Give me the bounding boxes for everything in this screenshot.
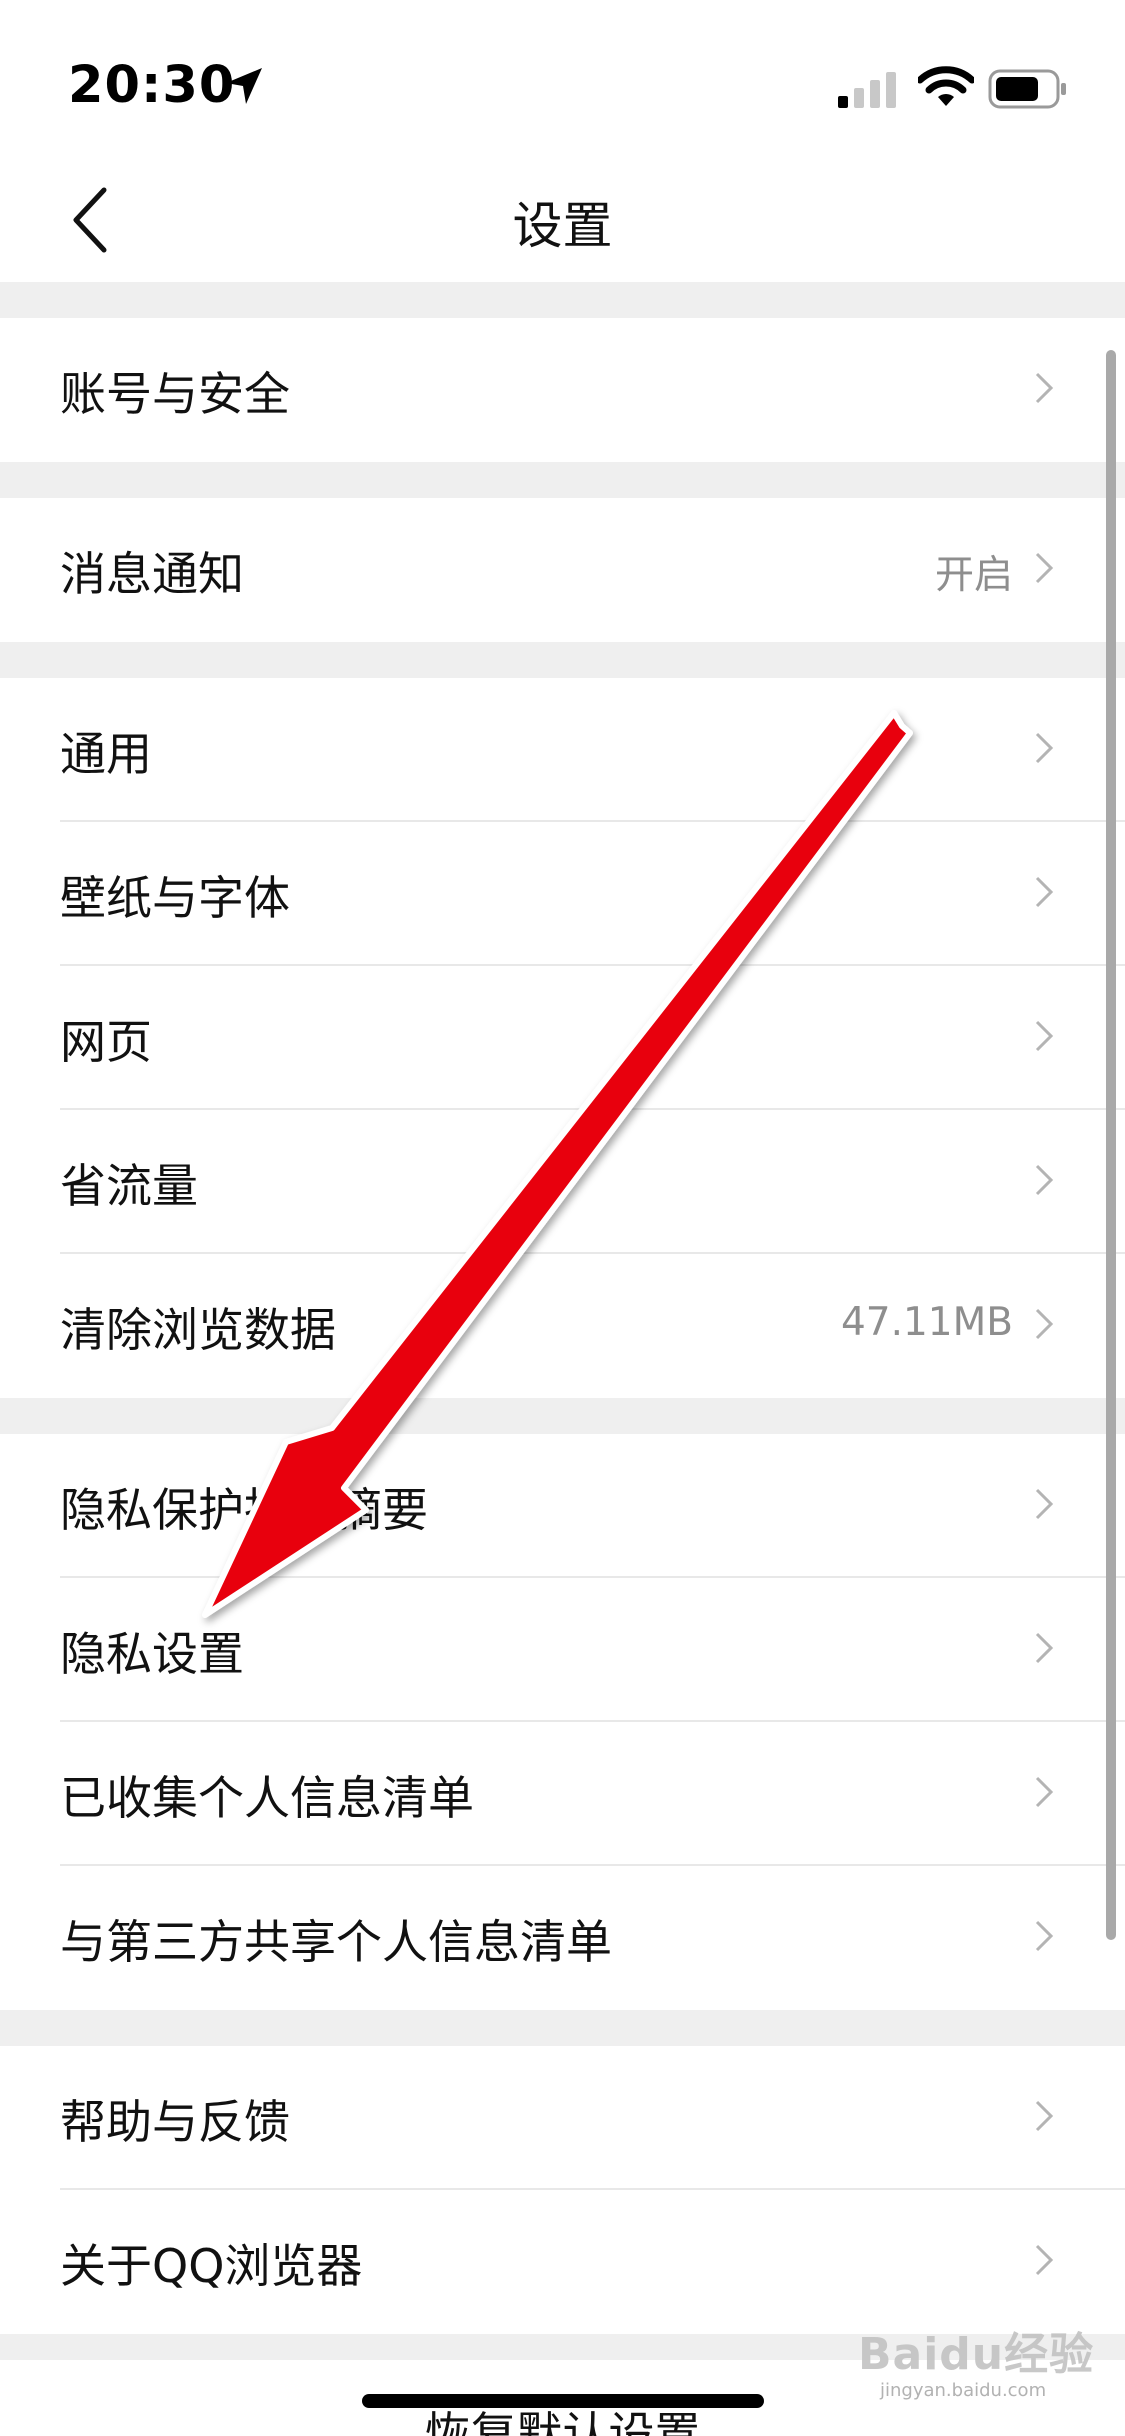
row-third-party-sharing-list[interactable]: 与第三方共享个人信息清单 (0, 1866, 1125, 2010)
row-value: 开启 (934, 553, 1013, 598)
row-help-feedback[interactable]: 帮助与反馈 (0, 2046, 1125, 2190)
chevron-right-icon (1035, 372, 1054, 404)
row-data-saver[interactable]: 省流量 (0, 1110, 1125, 1254)
row-label: 账号与安全 (60, 367, 290, 421)
row-label: 与第三方共享个人信息清单 (60, 1915, 612, 1969)
row-webpage[interactable]: 网页 (0, 966, 1125, 1110)
navigation-bar: 设置 (0, 150, 1125, 282)
location-arrow-icon (226, 68, 262, 104)
row-wallpaper-font[interactable]: 壁纸与字体 (0, 822, 1125, 966)
settings-group-help: 帮助与反馈 关于QQ浏览器 (0, 2046, 1125, 2334)
chevron-right-icon (1035, 1164, 1054, 1196)
row-privacy-guide-summary[interactable]: 隐私保护指引摘要 (0, 1434, 1125, 1578)
row-label: 省流量 (60, 1159, 198, 1213)
row-label: 关于QQ浏览器 (60, 2239, 363, 2293)
chevron-right-icon (1035, 1920, 1054, 1952)
row-label: 通用 (60, 727, 152, 781)
settings-group-privacy: 隐私保护指引摘要 隐私设置 已收集个人信息清单 与第三方共享个人信息清单 (0, 1434, 1125, 2010)
settings-group-account: 账号与安全 (0, 318, 1125, 462)
row-notifications[interactable]: 消息通知 开启 (0, 498, 1125, 642)
chevron-right-icon (1035, 1776, 1054, 1808)
row-label: 隐私保护指引摘要 (60, 1483, 428, 1537)
battery-icon (988, 69, 1066, 109)
chevron-right-icon (1035, 552, 1054, 584)
chevron-right-icon (1035, 2244, 1054, 2276)
row-clear-browsing-data[interactable]: 清除浏览数据 47.11MB (0, 1254, 1125, 1398)
row-account-security[interactable]: 账号与安全 (0, 318, 1125, 462)
chevron-right-icon (1035, 1020, 1054, 1052)
settings-group-general: 通用 壁纸与字体 网页 省流量 清除浏览数据 47.11MB (0, 678, 1125, 1398)
row-value: 47.11MB (840, 1300, 1013, 1345)
row-label: 网页 (60, 1015, 152, 1069)
home-indicator[interactable] (362, 2394, 764, 2408)
row-label: 已收集个人信息清单 (60, 1771, 474, 1825)
chevron-right-icon (1035, 2100, 1054, 2132)
settings-group-notifications: 消息通知 开启 (0, 498, 1125, 642)
baidu-watermark-url: jingyan.baidu.com (880, 2380, 1047, 2401)
baidu-watermark: Baidu经验 (858, 2329, 1095, 2380)
row-about-qq-browser[interactable]: 关于QQ浏览器 (0, 2190, 1125, 2334)
page-title: 设置 (512, 197, 613, 255)
chevron-right-icon (1035, 1632, 1054, 1664)
status-bar: 20:30 (0, 0, 1125, 150)
row-label: 消息通知 (60, 547, 244, 601)
chevron-right-icon (1035, 876, 1054, 908)
row-privacy-settings[interactable]: 隐私设置 (0, 1578, 1125, 1722)
row-label: 壁纸与字体 (60, 871, 290, 925)
row-collected-info-list[interactable]: 已收集个人信息清单 (0, 1722, 1125, 1866)
row-label: 隐私设置 (60, 1627, 244, 1681)
settings-screen: 20:30 设置 账号与安全 消息通知 开启 通用 壁纸与字体 网页 省流量 清… (0, 0, 1125, 2436)
row-label: 帮助与反馈 (60, 2095, 290, 2149)
row-general[interactable]: 通用 (0, 678, 1125, 822)
scrollbar[interactable] (1106, 350, 1116, 1940)
chevron-right-icon (1035, 732, 1054, 764)
status-time: 20:30 (68, 56, 236, 115)
chevron-right-icon (1035, 1488, 1054, 1520)
wifi-icon (918, 66, 974, 106)
row-label: 清除浏览数据 (60, 1303, 336, 1357)
cellular-signal-icon (838, 72, 896, 108)
chevron-right-icon (1035, 1308, 1054, 1340)
